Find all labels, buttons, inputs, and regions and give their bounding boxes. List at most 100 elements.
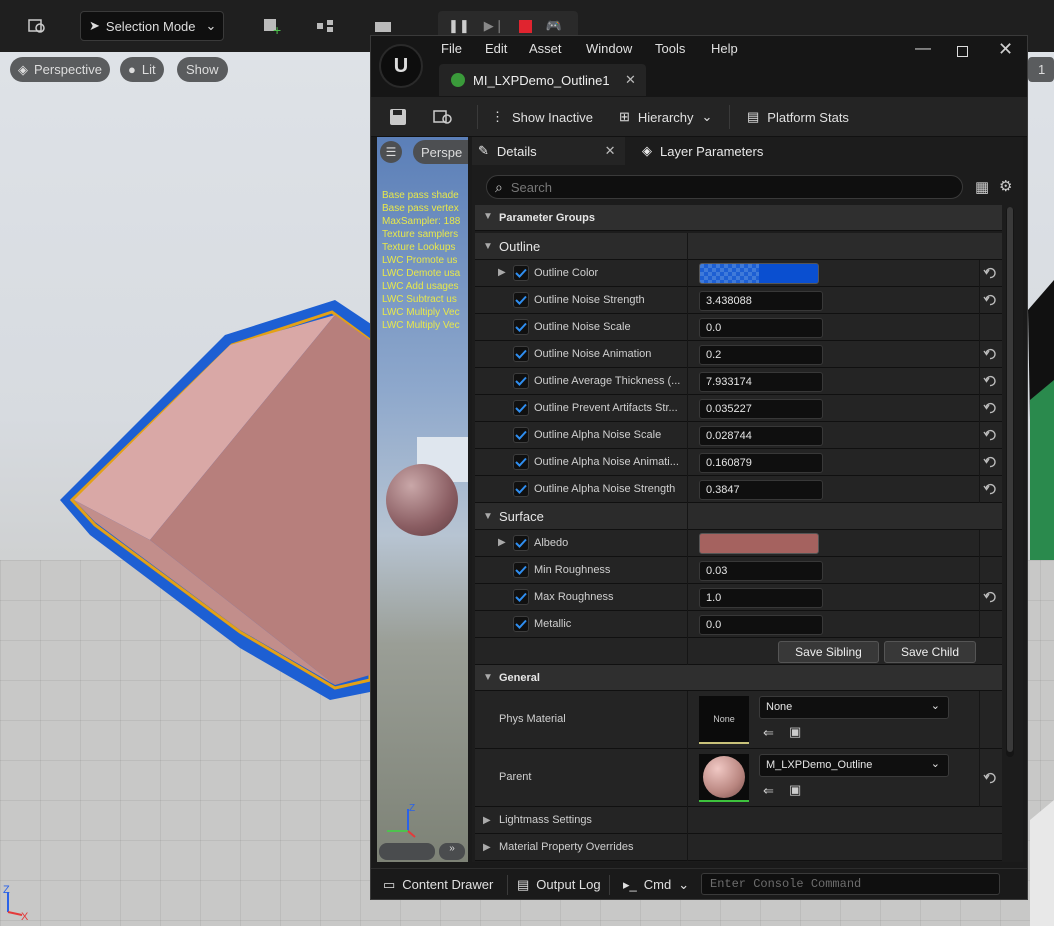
param-phys-material[interactable]: Phys Material None None ⌄ ⇐ ▣ [475, 691, 1002, 749]
override-checkbox[interactable] [513, 562, 529, 578]
browse-asset-icon[interactable]: ▣ [789, 782, 801, 798]
param-value-field[interactable]: 0.3847 [699, 480, 823, 500]
param-outline-1[interactable]: Outline Noise Scale 0.0 [475, 314, 1002, 341]
tab-asset[interactable]: MI_LXPDemo_Outline1 ✕ [439, 64, 646, 96]
color-swatch[interactable] [699, 263, 819, 284]
override-checkbox[interactable] [513, 400, 529, 416]
reset-to-default-icon[interactable] [981, 400, 999, 416]
close-tab-icon[interactable]: ✕ [605, 143, 616, 159]
pause-icon[interactable]: ❚❚ [448, 18, 470, 34]
param-value-field[interactable]: 0.035227 [699, 399, 823, 419]
param-outline-3[interactable]: Outline Average Thickness (... 7.933174 [475, 368, 1002, 395]
browse-icon[interactable] [433, 97, 455, 137]
console-input[interactable]: Enter Console Command [701, 873, 1000, 895]
preview-perspective-button[interactable]: Perspe [413, 140, 468, 164]
browse-asset-icon[interactable]: ▣ [789, 724, 801, 740]
reset-to-default-icon[interactable] [981, 481, 999, 497]
param-surface-1[interactable]: Max Roughness 1.0 [475, 584, 1002, 611]
param-value-field[interactable]: 0.028744 [699, 426, 823, 446]
expand-arrow-icon[interactable]: ▶ [498, 537, 506, 548]
param-surface-0[interactable]: Min Roughness 0.03 [475, 557, 1002, 584]
override-checkbox[interactable] [513, 616, 529, 632]
viewport-lit-button[interactable]: ● Lit [120, 57, 164, 82]
section-parameter-groups[interactable]: ▼ Parameter Groups [475, 205, 1002, 231]
override-checkbox[interactable] [513, 292, 529, 308]
step-icon[interactable]: ▶❘ [484, 18, 505, 34]
param-albedo[interactable]: ▶ Albedo [475, 530, 1002, 557]
section-general[interactable]: ▼ General [475, 665, 1002, 691]
param-value-field[interactable]: 7.933174 [699, 372, 823, 392]
use-selected-icon[interactable]: ⇐ [763, 725, 774, 741]
section-material-property-overrides[interactable]: ▶ Material Property Overrides [475, 834, 1002, 861]
phys-material-thumbnail[interactable]: None [699, 696, 749, 744]
reset-to-default-icon[interactable] [981, 265, 999, 281]
tab-layer-parameters[interactable]: ◈ Layer Parameters [642, 137, 763, 165]
expand-arrow-icon[interactable]: ▶ [498, 267, 506, 278]
menu-asset[interactable]: Asset [529, 41, 562, 56]
content-drawer-button[interactable]: ▭ Content Drawer [383, 869, 493, 900]
reset-to-default-icon[interactable] [981, 589, 999, 605]
reset-to-default-icon[interactable] [981, 427, 999, 443]
expand-icon[interactable]: » [439, 843, 465, 860]
minimize-icon[interactable]: — [915, 40, 931, 58]
platform-stats-button[interactable]: ▤ Platform Stats [747, 97, 849, 137]
override-checkbox[interactable] [513, 373, 529, 389]
override-checkbox[interactable] [513, 535, 529, 551]
param-outline-4[interactable]: Outline Prevent Artifacts Str... 0.035227 [475, 395, 1002, 422]
override-checkbox[interactable] [513, 346, 529, 362]
settings-gear-icon[interactable]: ⚙ [999, 177, 1012, 195]
param-value-field[interactable]: 0.2 [699, 345, 823, 365]
scrollbar[interactable] [1006, 207, 1014, 757]
output-log-button[interactable]: ▤ Output Log [517, 869, 601, 900]
add-actor-icon[interactable]: + [255, 11, 291, 41]
close-tab-icon[interactable]: ✕ [625, 72, 636, 88]
override-checkbox[interactable] [513, 481, 529, 497]
use-selected-icon[interactable]: ⇐ [763, 783, 774, 799]
viewport-show-button[interactable]: Show [177, 57, 228, 82]
save-sibling-button[interactable]: Save Sibling [778, 641, 879, 663]
menu-edit[interactable]: Edit [485, 41, 507, 56]
viewport-perspective-button[interactable]: ◈ Perspective [10, 57, 110, 82]
maximize-icon[interactable] [957, 46, 968, 57]
param-value-field[interactable]: 0.0 [699, 318, 823, 338]
viewport-menu-icon[interactable]: ☰ [380, 141, 402, 163]
parent-material-thumbnail[interactable] [699, 754, 749, 802]
show-inactive-button[interactable]: ⋮ Show Inactive [491, 97, 593, 137]
group-surface[interactable]: ▼ Surface [475, 503, 1002, 530]
menu-help[interactable]: Help [711, 41, 738, 56]
group-outline[interactable]: ▼ Outline [475, 233, 1002, 260]
asset-dropdown[interactable]: M_LXPDemo_Outline ⌄ [759, 754, 949, 777]
search-input[interactable]: ⌕ Search [486, 175, 963, 199]
param-outline-5[interactable]: Outline Alpha Noise Scale 0.028744 [475, 422, 1002, 449]
section-lightmass-settings[interactable]: ▶ Lightmass Settings [475, 807, 1002, 834]
save-icon[interactable] [389, 97, 407, 137]
gamepad-icon[interactable]: 🎮 [546, 18, 562, 34]
param-value-field[interactable]: 3.438088 [699, 291, 823, 311]
param-outline-0[interactable]: Outline Noise Strength 3.438088 [475, 287, 1002, 314]
menu-window[interactable]: Window [586, 41, 632, 56]
menu-file[interactable]: File [441, 41, 462, 56]
view-options-icon[interactable]: ▦ [975, 178, 989, 196]
menu-tools[interactable]: Tools [655, 41, 685, 56]
param-value-field[interactable]: 0.0 [699, 615, 823, 635]
color-swatch[interactable] [699, 533, 819, 554]
save-child-button[interactable]: Save Child [884, 641, 976, 663]
override-checkbox[interactable] [513, 319, 529, 335]
param-value-field[interactable]: 0.160879 [699, 453, 823, 473]
stop-icon[interactable] [518, 19, 532, 33]
selection-mode-dropdown[interactable]: ➤ Selection Mode ⌄ [80, 11, 224, 41]
param-value-field[interactable]: 0.03 [699, 561, 823, 581]
param-outline-6[interactable]: Outline Alpha Noise Animati... 0.160879 [475, 449, 1002, 476]
close-window-icon[interactable]: ✕ [998, 39, 1013, 60]
param-value-field[interactable]: 1.0 [699, 588, 823, 608]
override-checkbox[interactable] [513, 427, 529, 443]
preview-shape-selector[interactable] [379, 843, 435, 860]
tab-details[interactable]: ✎ Details ✕ [478, 137, 616, 165]
reset-to-default-icon[interactable] [981, 292, 999, 308]
override-checkbox[interactable] [513, 454, 529, 470]
content-browser-icon[interactable] [24, 11, 50, 41]
reset-to-default-icon[interactable] [981, 346, 999, 362]
param-parent[interactable]: Parent M_LXPDemo_Outline ⌄ ⇐ ▣ [475, 749, 1002, 807]
preview-viewport[interactable]: ☰ Perspe Base pass shade Base pass verte… [377, 137, 468, 862]
reset-to-default-icon[interactable] [981, 373, 999, 389]
